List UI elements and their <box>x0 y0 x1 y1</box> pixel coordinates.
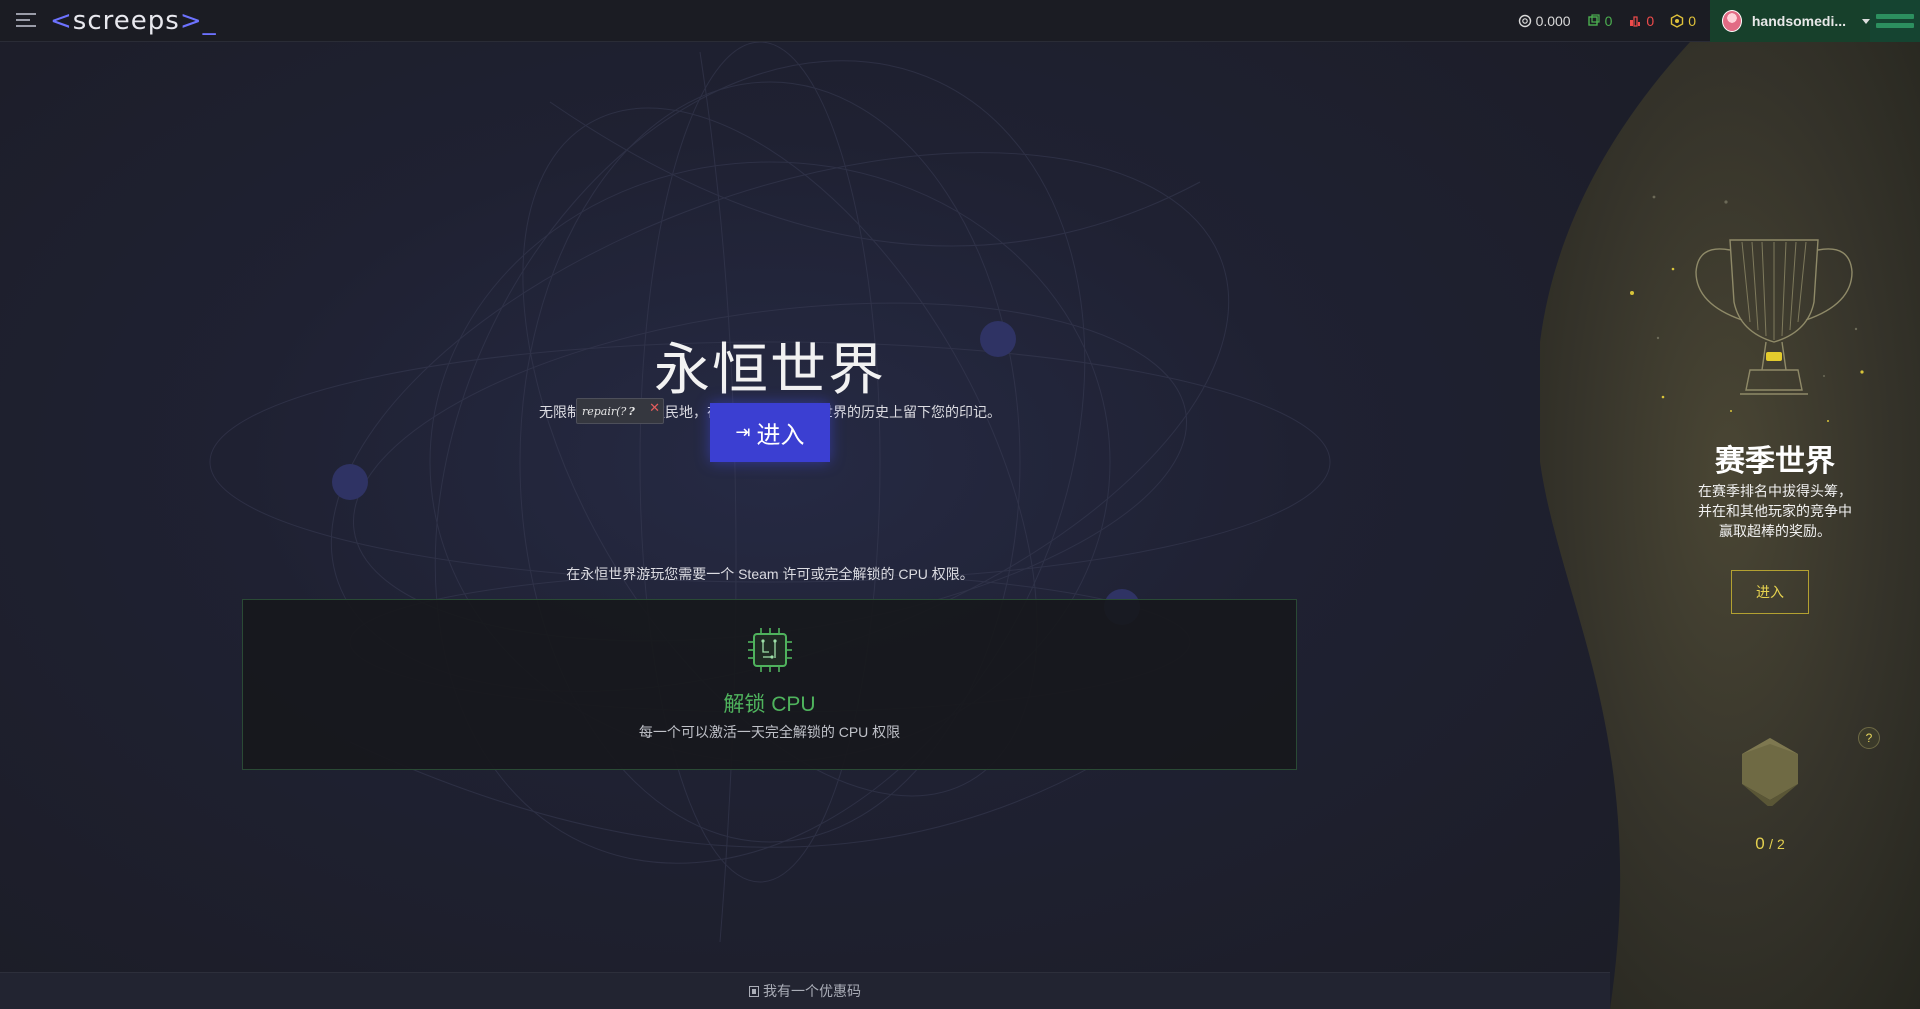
logo-right-bracket: >_ <box>179 6 217 36</box>
season-desc-line: 赢取超棒的奖励。 <box>1719 523 1831 539</box>
chevron-down-icon <box>1862 18 1870 24</box>
access-key-icon <box>1630 16 1641 27</box>
unlock-cpu-card[interactable]: 解锁 CPU 每一个可以激活一天完全解锁的 CPU 权限 <box>242 599 1297 770</box>
close-icon[interactable]: ✕ <box>649 401 660 416</box>
unlock-cpu-title: 解锁 CPU <box>723 693 816 716</box>
avatar <box>1722 10 1742 32</box>
unlock-cpu-description: 每一个可以激活一天完全解锁的 CPU 权限 <box>638 724 901 740</box>
promo-checkbox-icon <box>749 985 759 997</box>
menu-icon[interactable] <box>16 13 36 29</box>
logo-left-bracket: < <box>50 6 73 36</box>
enter-world-label: 进入 <box>756 422 805 449</box>
user-menu[interactable]: handsomedi... <box>1710 0 1870 42</box>
login-icon: ⇥ <box>735 422 751 442</box>
page-title: 永恒世界 <box>654 338 886 403</box>
enter-world-button[interactable]: ⇥ 进入 <box>710 403 830 462</box>
resource-stats: 0.000 0 0 0 <box>1518 0 1696 42</box>
promo-code-label: 我有一个优惠码 <box>763 983 861 999</box>
username: handsomedi... <box>1751 13 1846 29</box>
help-icon[interactable]: ? <box>1858 727 1880 749</box>
steam-requirement-note: 在永恒世界游玩您需要一个 Steam 许可或完全解锁的 CPU 权限。 <box>566 566 974 582</box>
logo-text: screeps <box>72 6 180 36</box>
cpu-value: 0.000 <box>1535 13 1571 29</box>
cpu-chip-icon <box>748 628 792 672</box>
background-orbit-art <box>209 42 1331 943</box>
season-progress: 0 / 2 <box>1670 834 1870 854</box>
pixel-stat[interactable]: 0 <box>1587 13 1613 29</box>
repair-tooltip-chip[interactable]: repair(?? ✕ <box>576 398 664 424</box>
promo-code-link[interactable]: 我有一个优惠码 <box>0 972 1610 1009</box>
screeps-logo[interactable]: <screeps>_ <box>50 6 217 36</box>
season-title: 赛季世界 <box>1715 445 1835 478</box>
season-desc-line: 在赛季排名中拔得头筹， <box>1698 483 1852 499</box>
access-key-value: 0 <box>1646 13 1655 29</box>
trophy-icon <box>1695 239 1853 395</box>
menu-bar-icon <box>1876 14 1914 19</box>
season-badge-icon <box>1742 738 1798 806</box>
top-bar: <screeps>_ 0.000 0 0 0 handsomedi... <box>0 0 1920 42</box>
pixel-icon <box>1587 14 1600 26</box>
cpu-stat[interactable]: 0.000 <box>1518 13 1571 29</box>
season-description: 在赛季排名中拔得头筹， 并在和其他玩家的竞争中 赢取超棒的奖励。 <box>1650 481 1900 541</box>
access-key-stat[interactable]: 0 <box>1628 13 1654 29</box>
cpu-unlock-value: 0 <box>1688 13 1696 29</box>
cpu-unlock-stat[interactable]: 0 <box>1670 13 1696 29</box>
season-world-panel: 赛季世界 在赛季排名中拔得头筹， 并在和其他玩家的竞争中 赢取超棒的奖励。 进入… <box>1540 42 1920 1009</box>
cpu-unlock-icon <box>1671 14 1684 28</box>
enter-season-button[interactable]: 进入 <box>1731 570 1809 614</box>
repair-chip-bold: ? <box>628 404 635 418</box>
season-desc-line: 并在和其他玩家的竞争中 <box>1698 503 1852 519</box>
repair-chip-text: repair(? <box>582 404 627 418</box>
menu-bar-icon <box>1876 23 1914 28</box>
side-menu-toggle[interactable] <box>1870 0 1920 42</box>
persistent-world-section: 永恒世界 无限制地发展您的殖民地，在这个巨大的永恒世界的历史上留下您的印记。 <box>0 42 1610 972</box>
season-progress-current: 0 <box>1755 834 1765 853</box>
season-progress-total: / 2 <box>1769 836 1785 852</box>
cpu-icon <box>1518 14 1531 28</box>
pixel-value: 0 <box>1604 13 1613 29</box>
